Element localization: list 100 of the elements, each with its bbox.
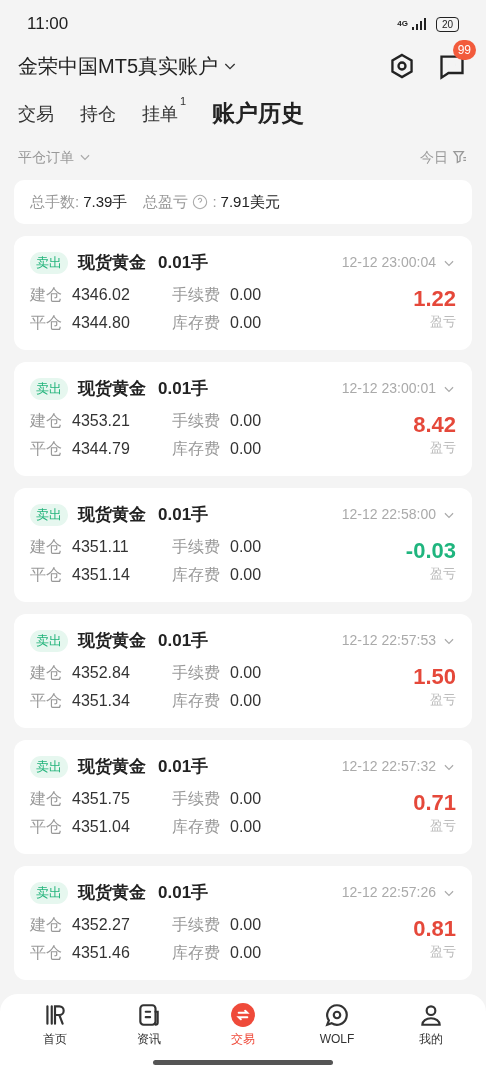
pnl-label: 盈亏: [430, 942, 456, 961]
close-label: 平仓: [30, 816, 63, 837]
sell-tag: 卖出: [30, 881, 68, 904]
nav-tab[interactable]: 我的: [396, 1002, 466, 1048]
notification-badge: 99: [452, 40, 476, 60]
pnl-value: 1.50: [413, 663, 456, 690]
battery-indicator: 20: [435, 16, 459, 32]
order-card[interactable]: 卖出 现货黄金 0.01手 12-12 23:00:04 建仓 4346.02 手续费 0.00 平仓 4344.80 库存费 0.00 1.22 盈亏: [14, 236, 472, 350]
close-label: 平仓: [30, 564, 63, 585]
swap-value: 0.00: [230, 816, 263, 837]
fee-label: 手续费: [172, 788, 221, 809]
pnl-label: 盈亏: [430, 312, 456, 331]
tab[interactable]: 持仓: [80, 101, 116, 130]
order-card[interactable]: 卖出 现货黄金 0.01手 12-12 23:00:01 建仓 4353.21 手续费 0.00 平仓 4344.79 库存费 0.00 8.42 盈亏: [14, 362, 472, 476]
fee-label: 手续费: [172, 536, 221, 557]
colon-separator: :: [212, 191, 217, 212]
open-price: 4351.75: [72, 788, 131, 809]
order-card[interactable]: 卖出 现货黄金 0.01手 12-12 22:57:53 建仓 4352.84 手续费 0.00 平仓 4351.34 库存费 0.00 1.50 盈亏: [14, 614, 472, 728]
fee-value: 0.00: [230, 410, 263, 431]
open-label: 建仓: [30, 284, 63, 305]
filter-icon[interactable]: [452, 149, 468, 165]
fee-label: 手续费: [172, 284, 221, 305]
exchange-icon: [230, 1002, 256, 1028]
close-price: 4351.34: [72, 690, 131, 711]
pnl-label: 盈亏: [430, 816, 456, 835]
swap-value: 0.00: [230, 438, 263, 459]
total-pnl-value: 7.91美元: [220, 191, 280, 212]
product-name: 现货黄金: [78, 882, 146, 904]
fee-value: 0.00: [230, 662, 263, 683]
close-price: 4344.80: [72, 312, 131, 333]
order-volume: 0.01手: [158, 378, 209, 400]
nav-tab[interactable]: WOLF: [302, 1002, 372, 1048]
product-name: 现货黄金: [78, 630, 146, 652]
document-icon: [136, 1002, 162, 1028]
network-label: 4G: [397, 20, 408, 28]
order-volume: 0.01手: [158, 756, 209, 778]
fee-label: 手续费: [172, 914, 221, 935]
open-label: 建仓: [30, 788, 63, 809]
order-time: 12-12 23:00:04: [341, 253, 436, 273]
close-label: 平仓: [30, 942, 63, 963]
status-time: 11:00: [27, 13, 69, 36]
fee-value: 0.00: [230, 284, 263, 305]
total-lots-value: 7.39手: [83, 191, 128, 212]
order-volume: 0.01手: [158, 882, 209, 904]
nav-tab[interactable]: 交易: [208, 1002, 278, 1048]
pnl-label: 盈亏: [430, 438, 456, 457]
swap-label: 库存费: [172, 942, 221, 963]
open-label: 建仓: [30, 914, 63, 935]
order-volume: 0.01手: [158, 504, 209, 526]
pnl-label: 盈亏: [430, 564, 456, 583]
sell-tag: 卖出: [30, 629, 68, 652]
swap-value: 0.00: [230, 690, 263, 711]
open-price: 4351.11: [72, 536, 130, 557]
account-selector[interactable]: 金荣中国MT5真实账户: [18, 51, 238, 81]
close-label: 平仓: [30, 312, 63, 333]
pnl-label: 盈亏: [430, 690, 456, 709]
order-time: 12-12 23:00:01: [341, 379, 436, 399]
product-name: 现货黄金: [78, 504, 146, 526]
order-time: 12-12 22:57:53: [341, 631, 436, 651]
signal-icon: [411, 18, 428, 30]
order-volume: 0.01手: [158, 630, 209, 652]
sell-tag: 卖出: [30, 503, 68, 526]
swap-value: 0.00: [230, 312, 263, 333]
swap-label: 库存费: [172, 438, 221, 459]
pnl-value: 0.71: [413, 789, 456, 816]
open-price: 4353.21: [72, 410, 131, 431]
settings-icon[interactable]: [388, 52, 416, 80]
nav-tab[interactable]: 资讯: [114, 1002, 184, 1048]
swap-label: 库存费: [172, 564, 221, 585]
swap-label: 库存费: [172, 312, 221, 333]
pnl-value: 0.81: [413, 915, 456, 942]
fee-value: 0.00: [230, 788, 263, 809]
fee-value: 0.00: [230, 914, 263, 935]
user-icon: [418, 1002, 444, 1028]
order-card[interactable]: 卖出 现货黄金 0.01手 12-12 22:57:26 建仓 4352.27 手续费 0.00 平仓 4351.46 库存费 0.00 0.81 盈亏: [14, 866, 472, 980]
order-time: 12-12 22:57:26: [341, 883, 436, 903]
product-name: 现货黄金: [78, 378, 146, 400]
pnl-value: 1.22: [413, 285, 456, 312]
order-card[interactable]: 卖出 现货黄金 0.01手 12-12 22:57:32 建仓 4351.75 手续费 0.00 平仓 4351.04 库存费 0.00 0.71 盈亏: [14, 740, 472, 854]
sell-tag: 卖出: [30, 755, 68, 778]
sell-tag: 卖出: [30, 251, 68, 274]
open-price: 4352.27: [72, 914, 131, 935]
product-name: 现货黄金: [78, 252, 146, 274]
nav-tab[interactable]: 首页: [20, 1002, 90, 1048]
swap-label: 库存费: [172, 816, 221, 837]
pnl-value: -0.03: [405, 537, 456, 564]
pnl-value: 8.42: [413, 411, 456, 438]
sell-tag: 卖出: [30, 377, 68, 400]
swap-label: 库存费: [172, 690, 221, 711]
product-name: 现货黄金: [78, 756, 146, 778]
swap-value: 0.00: [230, 942, 263, 963]
close-price: 4351.04: [72, 816, 131, 837]
fee-label: 手续费: [172, 410, 221, 431]
tab[interactable]: 账户历史: [212, 95, 305, 130]
order-time: 12-12 22:57:32: [341, 757, 436, 777]
close-label: 平仓: [30, 690, 63, 711]
total-lots-label: 总手数:: [30, 191, 80, 212]
order-card[interactable]: 卖出 现货黄金 0.01手 12-12 22:58:00 建仓 4351.11 手续费 0.00 平仓 4351.14 库存费 0.00 -0.03 盈亏: [14, 488, 472, 602]
open-price: 4352.84: [72, 662, 131, 683]
tab[interactable]: 交易: [18, 101, 54, 130]
